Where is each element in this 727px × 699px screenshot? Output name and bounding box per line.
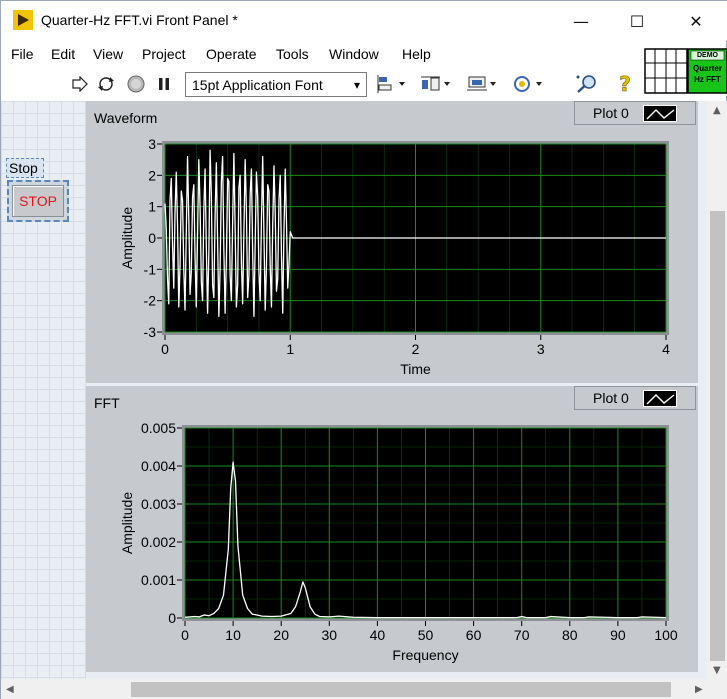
- fft-x-axis-label: Frequency: [392, 647, 458, 663]
- fft-x-tick-label: 50: [418, 627, 434, 643]
- scroll-up-icon[interactable]: ▲: [713, 105, 721, 116]
- distribute-objects-icon[interactable]: [419, 73, 453, 95]
- run-arrow-icon[interactable]: [69, 73, 91, 95]
- svg-text:?: ?: [619, 73, 631, 95]
- labview-front-panel-window: Quarter-Hz FFT.vi Front Panel * — ☐ ✕ Fi…: [0, 0, 727, 699]
- menu-view[interactable]: View: [93, 46, 123, 62]
- fft-y-tick-label: 0.004: [141, 458, 176, 474]
- waveform-y-tick-label: 0: [148, 230, 156, 246]
- fft-x-tick-label: 70: [514, 627, 530, 643]
- align-objects-icon[interactable]: [376, 73, 408, 95]
- help-icon[interactable]: ?: [613, 73, 637, 95]
- title-bar[interactable]: Quarter-Hz FFT.vi Front Panel * — ☐ ✕: [1, 1, 727, 41]
- vi-icon-line1: Quarter: [693, 64, 722, 73]
- toolbar: 15pt Application Font ▾ ?: [1, 67, 641, 101]
- waveform-x-tick-label: 2: [412, 341, 420, 357]
- fft-x-tick-label: 80: [562, 627, 578, 643]
- window-title: Quarter-Hz FFT.vi Front Panel *: [41, 12, 238, 28]
- demo-badge: DEMO: [697, 52, 718, 59]
- stop-button-text: STOP: [19, 193, 57, 209]
- fft-plot-svg: 0 10 20 30 40 50 60 70 80 90 100 0.005 0.004 0.003 0.0…: [119, 420, 678, 663]
- fft-x-tick-label: 10: [225, 627, 241, 643]
- search-icon[interactable]: [573, 73, 601, 95]
- abort-icon[interactable]: [125, 73, 147, 95]
- fft-y-tick-label: 0.003: [141, 496, 176, 512]
- maximize-button[interactable]: ☐: [614, 1, 660, 41]
- fft-x-tick-label: 100: [654, 627, 678, 643]
- stop-button[interactable]: STOP: [7, 180, 69, 222]
- fft-y-tick-label: 0: [168, 610, 176, 626]
- menu-project[interactable]: Project: [142, 46, 186, 62]
- fft-x-tick-label: 60: [466, 627, 482, 643]
- fft-x-tick-label: 40: [370, 627, 386, 643]
- waveform-y-tick-label: 2: [148, 167, 156, 183]
- menu-bar: File Edit View Project Operate Tools Win…: [1, 41, 641, 67]
- run-continuously-icon[interactable]: [95, 73, 117, 95]
- fft-x-tick-label: 90: [610, 627, 626, 643]
- stop-label: Stop: [6, 158, 44, 178]
- chevron-down-icon: ▾: [353, 77, 360, 92]
- pause-icon[interactable]: [153, 73, 175, 95]
- waveform-y-tick-label: 3: [148, 136, 156, 152]
- fft-y-tick-label: 0.001: [141, 572, 176, 588]
- waveform-y-tick-label: -3: [144, 324, 157, 340]
- fft-y-tick-label: 0.005: [141, 420, 176, 436]
- waveform-x-axis-label: Time: [400, 361, 431, 377]
- menu-file[interactable]: File: [11, 46, 34, 62]
- vertical-scroll-thumb[interactable]: [710, 211, 725, 661]
- menu-operate[interactable]: Operate: [206, 46, 257, 62]
- reorder-icon[interactable]: [511, 73, 545, 95]
- font-select[interactable]: 15pt Application Font ▾: [185, 72, 367, 97]
- vi-icon-line2: Hz FFT: [694, 75, 721, 84]
- waveform-plot-svg: 0 1 2 3 4 3 2 1 0 -1 -2 -3 Time Amplitude: [119, 136, 670, 377]
- fft-y-tick-label: 0.002: [141, 534, 176, 550]
- horizontal-scroll-thumb[interactable]: [131, 682, 671, 697]
- minimize-button[interactable]: —: [558, 1, 604, 41]
- fft-x-tick-label: 30: [322, 627, 338, 643]
- waveform-x-tick-label: 3: [537, 341, 545, 357]
- scroll-down-icon[interactable]: ▼: [713, 665, 721, 676]
- labview-app-icon: [13, 10, 33, 30]
- fft-grid: [184, 427, 667, 619]
- resize-objects-icon[interactable]: [465, 73, 499, 95]
- waveform-y-tick-label: 1: [148, 199, 156, 215]
- waveform-x-tick-label: 4: [662, 341, 670, 357]
- close-button[interactable]: ✕: [673, 1, 719, 41]
- vi-icon[interactable]: DEMO Quarter Hz FFT: [644, 48, 727, 96]
- scroll-right-icon[interactable]: ▶: [695, 684, 703, 695]
- waveform-x-tick-label: 0: [161, 341, 169, 357]
- font-select-value: 15pt Application Font: [192, 76, 323, 93]
- menu-edit[interactable]: Edit: [51, 46, 75, 62]
- fft-graph[interactable]: FFT Plot 0 0 10 20 30 40 50 60 70 80 90 100 0.005 0.…: [86, 386, 698, 672]
- waveform-y-tick-label: -2: [144, 293, 157, 309]
- fft-x-tick-label: 20: [273, 627, 289, 643]
- fft-y-axis-label: Amplitude: [119, 492, 135, 554]
- menu-help[interactable]: Help: [402, 46, 431, 62]
- waveform-y-axis-label: Amplitude: [119, 207, 135, 269]
- menu-window[interactable]: Window: [329, 46, 379, 62]
- menu-tools[interactable]: Tools: [276, 46, 309, 62]
- fft-x-tick-label: 0: [181, 627, 189, 643]
- waveform-x-tick-label: 1: [286, 341, 294, 357]
- stop-button-face[interactable]: STOP: [12, 185, 64, 217]
- scroll-left-icon[interactable]: ◀: [6, 684, 14, 695]
- waveform-y-tick-label: -1: [144, 261, 157, 277]
- front-panel[interactable]: Stop STOP Waveform Plot 0 0 1 2 3 4 3 2 1 0 -1 -2-…: [1, 101, 707, 679]
- waveform-graph[interactable]: Waveform Plot 0 0 1 2 3 4 3 2 1 0 -1 -2 -3 Time Ampli…: [86, 101, 698, 383]
